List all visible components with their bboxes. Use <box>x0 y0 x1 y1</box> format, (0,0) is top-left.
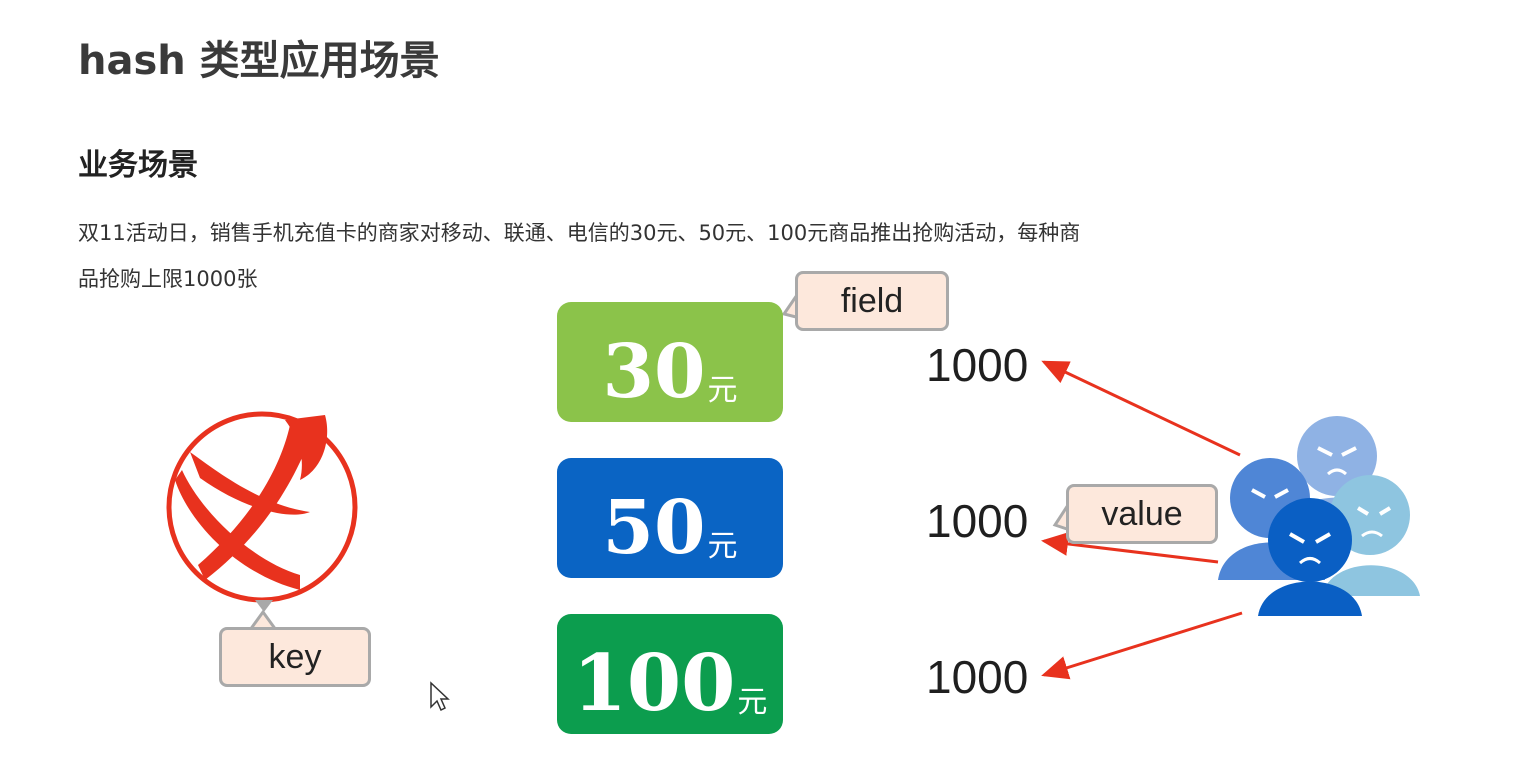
value-100: 1000 <box>926 651 1029 703</box>
card-amount: 100 <box>572 638 736 729</box>
card-unit: 元 <box>737 685 768 720</box>
key-callout: key <box>219 627 371 687</box>
card-100-yuan: 100 元 <box>557 614 783 734</box>
arrow-to-value-30 <box>1041 360 1241 457</box>
arrow-to-value-100 <box>1041 611 1243 680</box>
field-callout: field <box>795 271 949 331</box>
mouse-cursor-icon <box>430 681 450 712</box>
china-telecom-logo-icon <box>166 411 358 612</box>
card-amount: 30 <box>602 329 706 415</box>
value-callout: value <box>1066 484 1218 544</box>
card-30-yuan: 30 元 <box>557 302 783 422</box>
arrow-to-value-50 <box>1041 531 1219 564</box>
card-unit: 元 <box>707 373 738 408</box>
value-50: 1000 <box>926 495 1029 547</box>
value-30: 1000 <box>926 339 1029 391</box>
card-50-yuan: 50 元 <box>557 458 783 578</box>
card-amount: 50 <box>602 485 706 571</box>
card-unit: 元 <box>707 529 738 564</box>
angry-users-group-icon <box>1218 416 1420 616</box>
